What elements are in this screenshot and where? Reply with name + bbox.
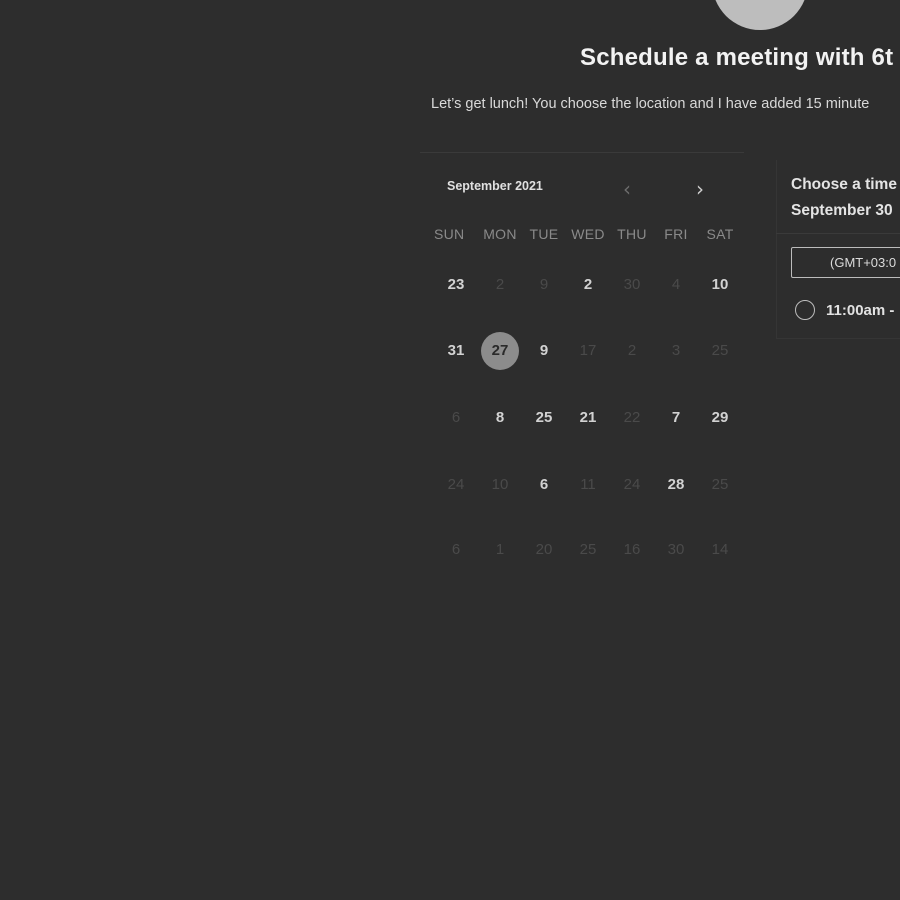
selected-date-label: September 30 <box>791 202 893 219</box>
calendar-day: 30 <box>610 265 654 305</box>
calendar-day: 14 <box>698 530 742 570</box>
calendar-day[interactable]: 7 <box>654 398 698 438</box>
weekday-label: WED <box>571 226 605 242</box>
calendar-day: 25 <box>698 331 742 371</box>
choose-time-label: Choose a time <box>791 176 897 193</box>
calendar-day-number: 9 <box>539 342 549 359</box>
calendar-day-number: 20 <box>535 541 553 558</box>
weekday-header: SUN MON TUE WED THU FRI SAT <box>434 226 742 242</box>
calendar-day-number: 28 <box>667 476 685 493</box>
page-title: Schedule a meeting with 6t <box>580 44 894 71</box>
calendar-day: 4 <box>654 265 698 305</box>
calendar-day-number: 8 <box>495 409 505 426</box>
calendar-day-number: 24 <box>623 476 641 493</box>
calendar-day: 10 <box>478 465 522 505</box>
calendar-week-row: 31 27 9 17 2 3 25 <box>434 331 742 371</box>
weekday-label: SUN <box>434 226 465 242</box>
calendar-week-row: 23 2 9 2 30 4 10 <box>434 265 742 305</box>
calendar-day: 6 <box>434 398 478 438</box>
calendar-day-number: 29 <box>711 409 729 426</box>
host-avatar <box>712 0 808 30</box>
calendar-day: 20 <box>522 530 566 570</box>
calendar-day: 17 <box>566 331 610 371</box>
time-panel-heading: Choose a time September 30 <box>791 172 900 224</box>
calendar-day: 30 <box>654 530 698 570</box>
calendar-day: 11 <box>566 465 610 505</box>
calendar-day[interactable]: 23 <box>434 265 478 305</box>
weekday-label: THU <box>617 226 647 242</box>
calendar-day-number: 4 <box>671 276 681 293</box>
calendar-day: 2 <box>478 265 522 305</box>
calendar-week-row: 6 1 20 25 16 30 14 <box>434 530 742 570</box>
time-slot-label: 11:00am - <box>826 301 895 319</box>
calendar-day-number: 1 <box>495 541 505 558</box>
calendar-day[interactable]: 6 <box>522 465 566 505</box>
time-panel-divider <box>776 233 900 234</box>
calendar-day[interactable]: 10 <box>698 265 742 305</box>
weekday-label: FRI <box>664 226 688 242</box>
calendar-day[interactable]: 29 <box>698 398 742 438</box>
calendar-day-number: 11 <box>580 476 596 493</box>
calendar-day: 25 <box>566 530 610 570</box>
chevron-left-icon[interactable]: ‹ <box>615 178 639 202</box>
calendar-day: 16 <box>610 530 654 570</box>
calendar-day[interactable]: 8 <box>478 398 522 438</box>
month-label: September 2021 <box>447 179 543 193</box>
calendar-day-number: 3 <box>671 342 681 359</box>
calendar-day: 1 <box>478 530 522 570</box>
calendar-day[interactable]: 2 <box>566 265 610 305</box>
calendar-day: 22 <box>610 398 654 438</box>
calendar-day-number: 10 <box>491 476 509 493</box>
calendar-day-number: 25 <box>711 476 729 493</box>
calendar-day-number: 17 <box>579 342 597 359</box>
calendar-day: 24 <box>434 465 478 505</box>
calendar-day-number: 27 <box>481 332 519 370</box>
calendar-day-number: 14 <box>711 541 729 558</box>
calendar-day-number: 7 <box>671 409 681 426</box>
calendar-day-number: 2 <box>495 276 505 293</box>
calendar-divider <box>420 152 744 153</box>
calendar-day-number: 6 <box>451 541 461 558</box>
calendar-day-number: 31 <box>447 342 465 359</box>
calendar-day-number: 6 <box>451 409 461 426</box>
calendar-day-number: 24 <box>447 476 465 493</box>
calendar-day[interactable]: 28 <box>654 465 698 505</box>
calendar-day-number: 2 <box>627 342 637 359</box>
calendar-day-number: 25 <box>535 409 553 426</box>
calendar-day: 9 <box>522 265 566 305</box>
calendar-day-number: 9 <box>539 276 549 293</box>
calendar-day-number: 6 <box>539 476 549 493</box>
calendar-day-number: 16 <box>623 541 641 558</box>
radio-icon[interactable] <box>795 300 815 320</box>
weekday-label: MON <box>483 226 517 242</box>
timezone-select[interactable]: (GMT+03:0 <box>791 247 900 278</box>
meeting-description: Let’s get lunch! You choose the location… <box>431 96 870 112</box>
calendar-day-selected[interactable]: 27 <box>478 331 522 371</box>
calendar-day[interactable]: 31 <box>434 331 478 371</box>
calendar-day-number: 30 <box>623 276 641 293</box>
calendar-day[interactable]: 9 <box>522 331 566 371</box>
calendar-day: 2 <box>610 331 654 371</box>
calendar-week-row: 6 8 25 21 22 7 29 <box>434 398 742 438</box>
calendar-day[interactable]: 25 <box>522 398 566 438</box>
calendar-day[interactable]: 21 <box>566 398 610 438</box>
calendar-day-number: 30 <box>667 541 685 558</box>
calendar-day-number: 21 <box>579 409 597 426</box>
calendar-day-number: 25 <box>711 342 729 359</box>
weekday-label: SAT <box>706 226 734 242</box>
calendar-day: 24 <box>610 465 654 505</box>
calendar-day: 3 <box>654 331 698 371</box>
calendar-day-number: 10 <box>711 276 729 293</box>
calendar-day-number: 22 <box>623 409 641 426</box>
calendar-day: 6 <box>434 530 478 570</box>
weekday-label: TUE <box>529 226 559 242</box>
calendar-day-number: 25 <box>579 541 597 558</box>
chevron-right-icon[interactable]: › <box>688 178 712 202</box>
calendar-day: 25 <box>698 465 742 505</box>
calendar-week-row: 24 10 6 11 24 28 25 <box>434 465 742 505</box>
calendar-day-number: 2 <box>583 276 593 293</box>
calendar-day-number: 23 <box>447 276 465 293</box>
time-slot[interactable]: 11:00am - <box>795 300 900 324</box>
